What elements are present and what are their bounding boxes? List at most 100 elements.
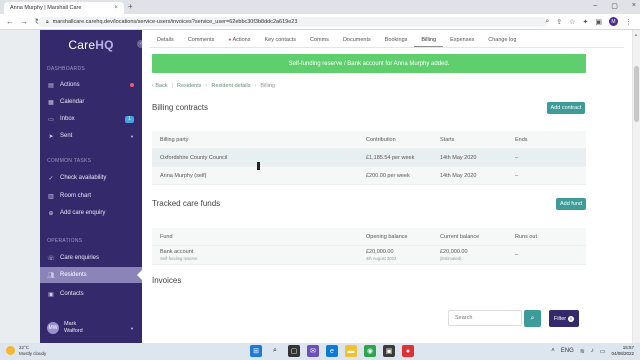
sidebar-icon[interactable]: ▣ xyxy=(595,18,602,26)
search-button[interactable]: ⌕ xyxy=(524,310,541,327)
tab-documents[interactable]: Documents xyxy=(336,35,378,47)
billing-party: Anna Murphy (self) xyxy=(160,173,207,179)
address-bar-row: ← → ↻ 🔒︎ marshallcare.carehq.dev/locatio… xyxy=(0,14,640,30)
user-menu[interactable]: MW Mark Walford ▼ xyxy=(40,317,142,339)
back-arrow-icon[interactable]: ← xyxy=(6,17,14,26)
care-funds-table: Fund Opening balance Current balance Run… xyxy=(152,228,586,265)
contacts-icon: ▣ xyxy=(48,291,54,298)
weather-widget[interactable]: 22°C Mostly cloudy xyxy=(6,345,46,356)
user-last-name: Walford xyxy=(64,328,83,334)
tab-details[interactable]: Details xyxy=(150,35,181,47)
browser-extensions: ⌕ ⇪ ☆ ✦ ▣ M ⋮ xyxy=(545,17,632,26)
file-explorer-icon[interactable]: ▬ xyxy=(345,345,357,357)
section-title-common-tasks: COMMON TASKS xyxy=(47,158,92,164)
end-date: – xyxy=(515,155,519,161)
phone-icon: ☏ xyxy=(47,255,55,262)
logo-text: Care xyxy=(68,38,96,52)
breadcrumb-resident-details[interactable]: Resident details xyxy=(211,83,250,89)
battery-icon[interactable]: ▭ xyxy=(600,348,606,355)
search-icon[interactable]: ⌕ xyxy=(269,345,281,357)
sidebar-item-inbox[interactable]: ▭ Inbox 1 xyxy=(40,111,142,127)
sidebar-item-sent[interactable]: ➤ Sent ▼ xyxy=(40,128,142,144)
tab-comms[interactable]: Comms xyxy=(303,35,336,47)
column-header: Starts xyxy=(440,137,455,143)
tab-billing[interactable]: Billing xyxy=(414,35,444,47)
fund-type: Self-funding reserve xyxy=(160,256,198,261)
send-icon: ➤ xyxy=(48,133,54,140)
breadcrumb-separator: › xyxy=(254,83,257,89)
tab-key-contacts[interactable]: Key contacts xyxy=(257,35,303,47)
opening-date: 4th August 2022 xyxy=(366,256,397,261)
tab-label: Actions xyxy=(232,37,251,43)
tab-comments[interactable]: Comments xyxy=(181,35,222,47)
wifi-icon[interactable]: ≋ xyxy=(580,348,585,355)
chrome-icon[interactable]: ◉ xyxy=(364,345,376,357)
sidebar-item-care-enquiries[interactable]: ☏ Care enquiries xyxy=(40,250,142,266)
search-input[interactable]: Search xyxy=(448,310,522,326)
billing-contracts-heading: Billing contracts xyxy=(152,103,209,112)
scrollbar-thumb[interactable] xyxy=(634,66,639,122)
url-bar[interactable]: 🔒︎ marshallcare.carehq.dev/locations/ser… xyxy=(38,17,548,27)
minimize-icon[interactable]: – xyxy=(593,2,597,10)
forward-arrow-icon[interactable]: → xyxy=(20,17,28,26)
table-row[interactable]: Bank account Self-funding reserve £20,00… xyxy=(152,246,586,265)
scroll-up-icon[interactable]: ▲ xyxy=(634,32,638,37)
logo[interactable]: CareHQ xyxy=(40,38,142,54)
browser-tab[interactable]: Anna Murphy | Marshall Care × xyxy=(4,2,124,14)
recorder-icon[interactable]: ● xyxy=(402,345,414,357)
tab-actions[interactable]: ●Actions xyxy=(221,35,257,47)
table-row[interactable]: Anna Murphy (self) £200.00 per week 14th… xyxy=(152,167,586,185)
task-view-icon[interactable]: ▢ xyxy=(288,345,300,357)
new-tab-icon[interactable]: + xyxy=(128,2,133,11)
filter-button[interactable]: Filter 0 xyxy=(549,310,579,327)
profile-avatar[interactable]: M xyxy=(609,17,618,26)
sidebar-item-label: Sent xyxy=(60,133,73,139)
section-title-operations: OPERATIONS xyxy=(47,238,83,244)
edge-icon[interactable]: e xyxy=(326,345,338,357)
success-alert: Self-funding reserve / Bank account for … xyxy=(152,54,586,73)
volume-icon[interactable]: ♪ xyxy=(591,348,594,354)
add-fund-button[interactable]: Add fund xyxy=(556,198,586,210)
sidebar-item-actions[interactable]: ▤ Actions xyxy=(40,77,142,93)
sidebar-item-calendar[interactable]: ▦ Calendar xyxy=(40,94,142,110)
app-icon[interactable]: ▣ xyxy=(383,345,395,357)
zoom-icon[interactable]: ⌕ xyxy=(545,18,549,26)
maximize-icon[interactable]: ▢ xyxy=(611,2,618,10)
menu-icon[interactable]: ⋮ xyxy=(625,18,632,26)
breadcrumb-residents[interactable]: Residents xyxy=(177,83,201,89)
window-close-icon[interactable]: × xyxy=(632,2,636,10)
clock[interactable]: 15:57 04/08/2022 xyxy=(611,345,634,357)
sidebar-item-contacts[interactable]: ▣ Contacts xyxy=(40,286,142,302)
sidebar-item-label: Care enquiries xyxy=(60,255,100,261)
tab-bookings[interactable]: Bookings xyxy=(378,35,415,47)
share-icon[interactable]: ⇪ xyxy=(556,18,562,26)
sidebar-item-room-chart[interactable]: ▥ Room chart xyxy=(40,188,142,204)
language-indicator[interactable]: ENG xyxy=(561,348,574,354)
end-date: – xyxy=(515,173,519,179)
tab-expenses[interactable]: Expenses xyxy=(443,35,481,47)
star-icon[interactable]: ☆ xyxy=(569,18,575,26)
add-contract-button[interactable]: Add contract xyxy=(547,102,585,114)
back-link[interactable]: ‹ Back xyxy=(152,83,168,89)
chart-icon: ▥ xyxy=(48,193,54,200)
extensions-icon[interactable]: ✦ xyxy=(583,18,589,26)
page-scrollbar[interactable]: ▲ xyxy=(632,30,640,343)
fund-name: Bank account xyxy=(160,249,194,255)
start-icon[interactable]: ⊞ xyxy=(250,345,262,357)
sidebar-item-check-availability[interactable]: ✓ Check availability xyxy=(40,170,142,186)
chevron-up-icon[interactable]: ˄ xyxy=(551,348,555,354)
logo-text-bold: HQ xyxy=(95,38,114,52)
notification-dot xyxy=(130,83,134,87)
column-header: Current balance xyxy=(440,234,480,240)
section-title-dashboards: DASHBOARDS xyxy=(47,66,86,72)
date: 04/08/2022 xyxy=(611,351,634,356)
sidebar-item-add-care-enquiry[interactable]: ⊕ Add care enquiry xyxy=(40,205,142,221)
table-row[interactable]: Oxfordshire County Council £1,185.54 per… xyxy=(152,149,586,167)
fund-cell: Bank account Self-funding reserve xyxy=(160,246,197,264)
column-header: Runs out xyxy=(515,234,538,240)
chevron-down-icon: ▼ xyxy=(130,133,134,139)
tab-change-log[interactable]: Change log xyxy=(481,35,523,47)
chat-icon[interactable]: ✉ xyxy=(307,345,319,357)
close-icon[interactable]: × xyxy=(114,5,118,11)
sidebar-item-residents[interactable]: 👥︎ Residents xyxy=(40,267,142,283)
